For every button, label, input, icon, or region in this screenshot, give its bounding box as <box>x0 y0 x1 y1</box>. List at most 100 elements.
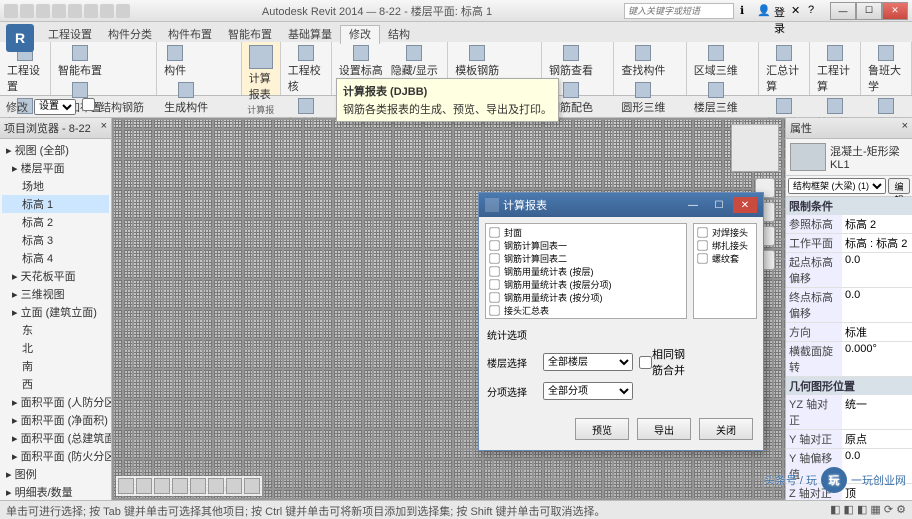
viewctl-icon[interactable] <box>154 478 170 494</box>
ribbon-button[interactable]: 生成构件 <box>161 81 211 116</box>
tree-node[interactable]: ▸ 视图 (全部) <box>2 141 109 159</box>
ribbon-button[interactable]: 查找构件 <box>618 44 668 79</box>
options-checkbox[interactable]: 结构钢筋 <box>82 98 144 115</box>
qat-icon[interactable] <box>116 4 130 18</box>
viewctl-icon[interactable] <box>226 478 242 494</box>
ribbon-button[interactable]: 圆形三维 <box>618 81 668 116</box>
tree-node[interactable]: ▸ 面积平面 (防火分区面积) <box>2 447 109 465</box>
tree-node[interactable]: 标高 1 <box>2 195 109 213</box>
joint-item[interactable]: 螺纹套 <box>696 252 754 265</box>
tree-node[interactable]: ▸ 面积平面 (总建筑面积) <box>2 429 109 447</box>
exchange-icon[interactable]: ✕ <box>791 4 805 18</box>
prop-section[interactable]: 限制条件 <box>786 197 912 215</box>
status-tray[interactable]: ◧ ◧ ◧ ▦ ⟳ ⚙ <box>830 503 906 516</box>
item-select[interactable]: 全部分项 <box>543 382 633 400</box>
joint-item[interactable]: 绑扎接头 <box>696 239 754 252</box>
prop-row[interactable]: 起点标高偏移0.0 <box>786 253 912 288</box>
report-item[interactable]: 钢筋计算回表一 <box>488 239 684 252</box>
type-selector[interactable]: 结构框架 (大梁) (1) <box>788 178 886 194</box>
help-search-input[interactable] <box>624 3 734 19</box>
report-item[interactable]: 钢筋用量统计表 (按层) <box>488 265 684 278</box>
dialog-maximize-button[interactable]: ☐ <box>707 197 731 213</box>
signin-label[interactable]: 登录 <box>774 4 788 18</box>
floor-select[interactable]: 全部楼层 <box>543 353 633 371</box>
tree-node[interactable]: ▸ 楼层平面 <box>2 159 109 177</box>
maximize-button[interactable]: ☐ <box>856 2 882 20</box>
ribbon-button[interactable]: 设置标高 <box>336 44 386 79</box>
signin-icon[interactable]: 👤 <box>757 4 771 18</box>
report-item[interactable]: 钢筋用量统计表 (按分项) <box>488 291 684 304</box>
tree-node[interactable]: 北 <box>2 339 109 357</box>
qat-icon[interactable] <box>36 4 50 18</box>
qat-icon[interactable] <box>100 4 114 18</box>
ribbon-button[interactable]: 模板钢筋 <box>452 44 502 79</box>
tree-node[interactable]: ▸ 图例 <box>2 465 109 483</box>
tree-node[interactable]: 西 <box>2 375 109 393</box>
ribbon-button[interactable]: 工程计算 <box>814 44 856 95</box>
tree-node[interactable]: ▸ 三维视图 <box>2 285 109 303</box>
prop-row[interactable]: 方向标准 <box>786 323 912 342</box>
report-list[interactable]: 封面钢筋计算回表一钢筋计算回表二钢筋用量统计表 (按层)钢筋用量统计表 (按层分… <box>485 223 687 319</box>
viewctl-icon[interactable] <box>208 478 224 494</box>
viewctl-icon[interactable] <box>118 478 134 494</box>
tree-node[interactable]: ▸ 面积平面 (净面积) <box>2 411 109 429</box>
prop-row[interactable]: 终点标高偏移0.0 <box>786 288 912 323</box>
report-item[interactable]: 钢筋用量统计表 (按层分项) <box>488 278 684 291</box>
ribbon-button[interactable]: 鲁班大学 <box>865 44 907 95</box>
tree-node[interactable]: 南 <box>2 357 109 375</box>
viewctl-icon[interactable] <box>190 478 206 494</box>
tree-node[interactable]: 场地 <box>2 177 109 195</box>
quick-access-toolbar[interactable] <box>4 4 130 18</box>
merge-rebar-checkbox[interactable]: 相同钢筋合并 <box>639 346 689 378</box>
report-item[interactable]: 施工段统计表 (不含箍筋) <box>488 317 684 319</box>
joint-item[interactable]: 对焊接头 <box>696 226 754 239</box>
project-browser-tree[interactable]: ▸ 视图 (全部)▸ 楼层平面场地标高 1标高 2标高 3标高 4▸ 天花板平面… <box>0 139 111 500</box>
viewctl-icon[interactable] <box>136 478 152 494</box>
qat-icon[interactable] <box>4 4 18 18</box>
prop-row[interactable]: YZ 轴对正统一 <box>786 395 912 430</box>
ribbon-button[interactable]: 隐藏/显示 <box>388 44 441 79</box>
viewctl-icon[interactable] <box>244 478 260 494</box>
user-area[interactable]: ℹ 👤 登录 ✕ ? <box>740 4 822 18</box>
tree-node[interactable]: 标高 3 <box>2 231 109 249</box>
ribbon-button[interactable]: 智能布置 <box>55 44 105 79</box>
viewctl-icon[interactable] <box>172 478 188 494</box>
prop-row[interactable]: 参照标高标高 2 <box>786 215 912 234</box>
ribbon-button[interactable]: 构件 <box>161 44 189 79</box>
minimize-button[interactable]: — <box>830 2 856 20</box>
tree-node[interactable]: ▸ 明细表/数量 <box>2 483 109 500</box>
ribbon-button[interactable]: 钢筋查看 <box>546 44 596 79</box>
properties-grid[interactable]: 限制条件参照标高标高 2工作平面标高 : 标高 2起点标高偏移0.0终点标高偏移… <box>786 197 912 500</box>
report-item[interactable]: 接头汇总表 <box>488 304 684 317</box>
export-button[interactable]: 导出 <box>637 418 691 440</box>
tree-node[interactable]: ▸ 天花板平面 <box>2 267 109 285</box>
infocenter-icon[interactable]: ℹ <box>740 4 754 18</box>
app-menu-button[interactable]: R <box>6 24 34 52</box>
tree-node[interactable]: ▸ 立面 (建筑立面) <box>2 303 109 321</box>
properties-type[interactable]: 混凝土-矩形梁 KL1 <box>786 139 912 176</box>
prop-section[interactable]: 几何图形位置 <box>786 377 912 395</box>
prop-row[interactable]: 横截面旋转0.000° <box>786 342 912 377</box>
close-button[interactable]: ✕ <box>882 2 908 20</box>
preview-button[interactable]: 预览 <box>575 418 629 440</box>
qat-icon[interactable] <box>68 4 82 18</box>
qat-icon[interactable] <box>20 4 34 18</box>
qat-icon[interactable] <box>52 4 66 18</box>
ribbon-button[interactable]: 汇总计算 <box>763 44 805 95</box>
tree-node[interactable]: 东 <box>2 321 109 339</box>
panel-close-icon[interactable]: × <box>902 120 908 136</box>
prop-row[interactable]: Y 轴对正原点 <box>786 430 912 449</box>
panel-close-icon[interactable]: × <box>101 120 107 136</box>
ribbon-button[interactable]: 工程校核 <box>285 44 327 95</box>
report-item[interactable]: 钢筋计算回表二 <box>488 252 684 265</box>
options-select[interactable]: 设置 <box>34 99 76 115</box>
dialog-minimize-button[interactable]: — <box>681 197 705 213</box>
ribbon-button[interactable]: 计算报表 <box>246 44 276 103</box>
ribbon-button[interactable]: 楼层三维 <box>691 81 741 116</box>
tree-node[interactable]: ▸ 面积平面 (人防分区面积) <box>2 393 109 411</box>
report-item[interactable]: 封面 <box>488 226 684 239</box>
dialog-close-button[interactable]: ✕ <box>733 197 757 213</box>
joint-list[interactable]: 对焊接头绑扎接头螺纹套 <box>693 223 757 319</box>
prop-row[interactable]: 工作平面标高 : 标高 2 <box>786 234 912 253</box>
ribbon-button[interactable]: 区域三维 <box>691 44 741 79</box>
